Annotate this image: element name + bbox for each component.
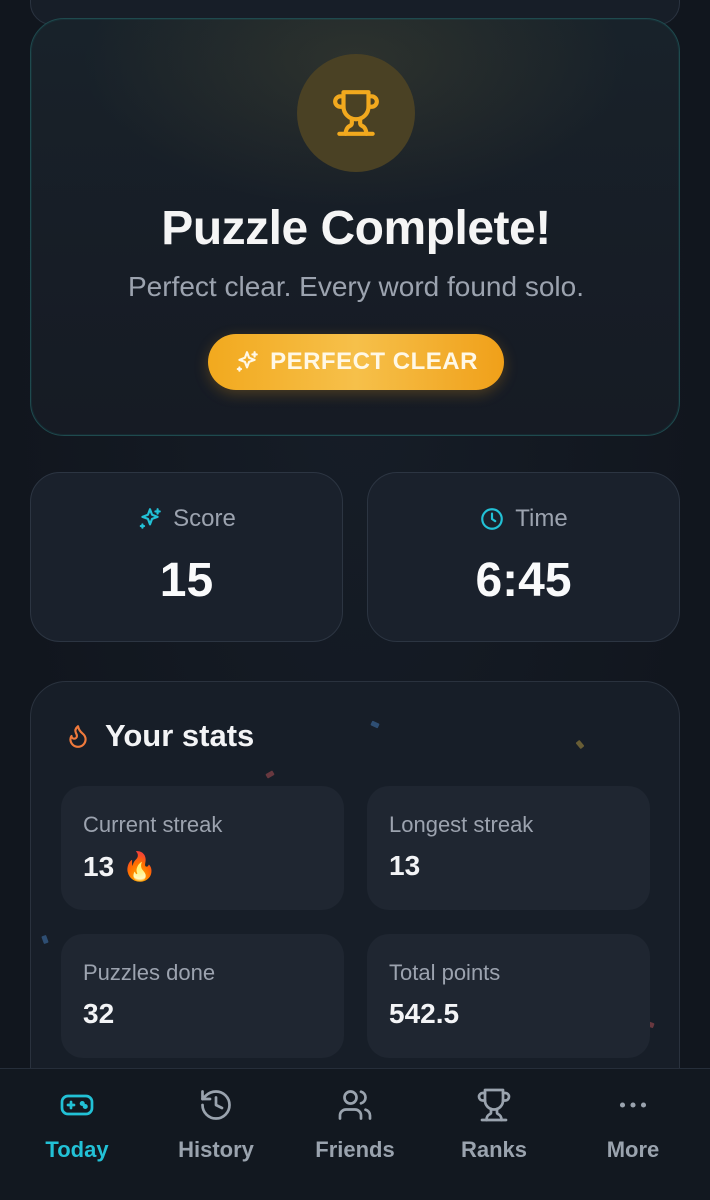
bottom-nav: Today History Friends Ranks More (0, 1068, 710, 1200)
tile-label: Total points (389, 960, 501, 985)
nav-label: Today (45, 1137, 109, 1162)
nav-label: History (178, 1137, 254, 1162)
tile-value: 32 (83, 998, 115, 1029)
time-value: 6:45 (475, 554, 572, 607)
score-label: Score (173, 505, 236, 532)
total-points-tile: Total points 542.5 (367, 934, 650, 1058)
nav-label: More (606, 1137, 660, 1162)
puzzle-result-screen: Puzzle Complete! Perfect clear. Every wo… (0, 0, 710, 1200)
nav-label: Ranks (460, 1137, 528, 1162)
trophy-icon (477, 1088, 511, 1122)
tile-value: 13 (83, 850, 115, 882)
confetti-piece (265, 770, 275, 779)
nav-item-friends[interactable]: Friends (284, 1069, 426, 1200)
flame-icon (69, 725, 87, 748)
tile-value: 13 (389, 850, 421, 881)
more-icon (619, 1102, 647, 1108)
confetti-piece (41, 934, 49, 945)
friends-icon (338, 1090, 372, 1120)
nav-item-more[interactable]: More (562, 1069, 704, 1200)
time-label: Time (515, 505, 568, 532)
confetti-piece (575, 739, 585, 750)
gamepad-icon (60, 1094, 94, 1116)
confetti-piece (370, 720, 380, 729)
clock-icon (481, 508, 504, 530)
longest-streak-tile: Longest streak 13 (367, 786, 650, 910)
current-streak-tile: Current streak 13 🔥 (61, 786, 344, 910)
nav-item-ranks[interactable]: Ranks (423, 1069, 565, 1200)
trophy-icon (333, 90, 379, 136)
tile-label: Longest streak (389, 812, 534, 837)
perfect-clear-label: PERFECT CLEAR (270, 348, 478, 375)
completion-subtitle: Perfect clear. Every word found solo. (128, 271, 584, 302)
perfect-clear-badge: PERFECT CLEAR (208, 334, 504, 390)
sparkles-icon (139, 508, 161, 529)
score-value: 15 (159, 554, 214, 607)
tile-label: Puzzles done (83, 960, 216, 985)
time-card: Time 6:45 (367, 472, 680, 642)
stats-title: Your stats (105, 718, 255, 753)
puzzle-complete-card: Puzzle Complete! Perfect clear. Every wo… (30, 18, 680, 436)
tile-label: Current streak (83, 812, 223, 837)
nav-item-today[interactable]: Today (6, 1069, 148, 1200)
sparkles-icon (236, 351, 258, 372)
nav-item-history[interactable]: History (145, 1069, 287, 1200)
puzzles-done-tile: Puzzles done 32 (61, 934, 344, 1058)
tile-value: 542.5 (389, 998, 460, 1029)
score-card: Score 15 (30, 472, 343, 642)
trophy-badge (297, 54, 415, 172)
fire-emoji-icon: 🔥 (122, 851, 158, 882)
history-icon (201, 1090, 231, 1120)
nav-label: Friends (315, 1137, 395, 1162)
page-title: Puzzle Complete! (161, 202, 551, 255)
